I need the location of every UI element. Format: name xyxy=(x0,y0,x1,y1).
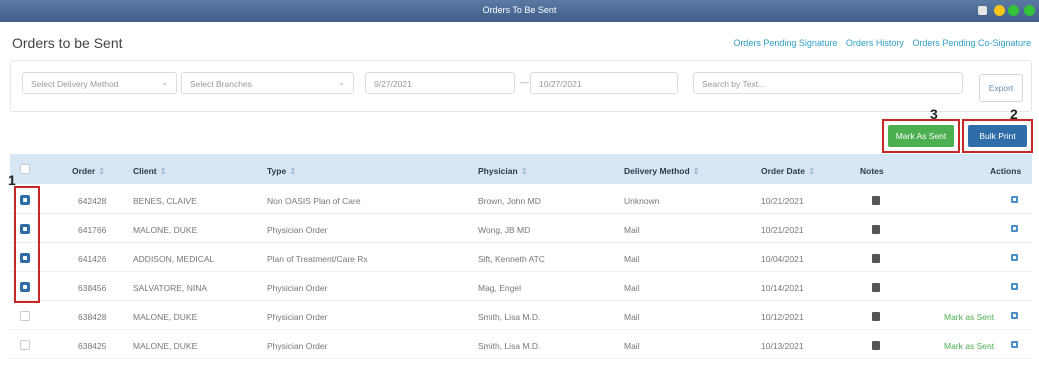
callout-number-3: 3 xyxy=(930,106,938,122)
order-date: 10/04/2021 xyxy=(761,254,804,264)
column-header-client[interactable]: Client ⇕ xyxy=(133,166,167,177)
link-orders-pending-signature[interactable]: Orders Pending Signature xyxy=(733,38,837,48)
column-header-order[interactable]: Order ⇕ xyxy=(72,166,105,177)
order-date: 10/13/2021 xyxy=(761,341,804,351)
print-icon[interactable] xyxy=(1011,312,1018,319)
order-type: Physician Order xyxy=(267,283,328,293)
delivery-method: Mail xyxy=(624,283,640,293)
physician-name: Sift, Kenneth ATC xyxy=(478,254,545,264)
select-all-checkbox[interactable] xyxy=(20,164,30,174)
date-from-value: 9/27/2021 xyxy=(374,79,412,89)
order-number: 638425 xyxy=(78,341,107,351)
column-header-notes: Notes xyxy=(860,166,884,176)
print-icon[interactable] xyxy=(1011,225,1018,232)
print-icon[interactable] xyxy=(1011,254,1018,261)
column-header-order-date[interactable]: Order Date ⇕ xyxy=(761,166,815,177)
order-type: Physician Order xyxy=(267,312,328,322)
order-date: 10/21/2021 xyxy=(761,225,804,235)
physician-name: Mag, Engel xyxy=(478,283,521,293)
callout-number-2: 2 xyxy=(1010,106,1018,122)
delivery-method-value: Select Delivery Method xyxy=(31,79,119,89)
order-date: 10/14/2021 xyxy=(761,283,804,293)
delivery-method-select[interactable]: Select Delivery Method ⌄ xyxy=(22,72,177,94)
callout-number-1: 1 xyxy=(8,172,16,188)
branches-select[interactable]: Select Branches ⌄ xyxy=(181,72,354,94)
print-icon[interactable] xyxy=(1011,341,1018,348)
page-title: Orders to be Sent xyxy=(12,35,123,51)
print-icon[interactable] xyxy=(1011,283,1018,290)
back-icon[interactable] xyxy=(978,6,987,15)
delivery-method: Mail xyxy=(624,312,640,322)
date-range-separator: — xyxy=(520,77,529,87)
mark-as-sent-link[interactable]: Mark as Sent xyxy=(944,341,994,351)
date-to-field[interactable]: 10/27/2021 xyxy=(530,72,678,94)
column-header-type[interactable]: Type ⇕ xyxy=(267,166,296,177)
date-from-field[interactable]: 9/27/2021 xyxy=(365,72,515,94)
order-number: 642428 xyxy=(78,196,107,206)
order-type: Non OASIS Plan of Care xyxy=(267,196,361,206)
order-number: 641426 xyxy=(78,254,107,264)
chevron-down-icon: ⌄ xyxy=(338,78,345,87)
delivery-method: Mail xyxy=(624,225,640,235)
column-header-delivery-method[interactable]: Delivery Method ⇕ xyxy=(624,166,700,177)
order-number: 638428 xyxy=(78,312,107,322)
physician-name: Wong, JB MD xyxy=(478,225,531,235)
order-number: 641766 xyxy=(78,225,107,235)
window-title: Orders To Be Sent xyxy=(482,5,557,15)
top-links: Orders Pending Signature Orders History … xyxy=(727,38,1031,48)
search-input[interactable]: Search by Text... xyxy=(693,72,963,94)
physician-name: Smith, Lisa M.D. xyxy=(478,341,541,351)
notes-icon[interactable] xyxy=(872,312,880,321)
link-orders-pending-co-signature[interactable]: Orders Pending Co-Signature xyxy=(912,38,1031,48)
notes-icon[interactable] xyxy=(872,254,880,263)
date-to-value: 10/27/2021 xyxy=(539,79,582,89)
order-type: Physician Order xyxy=(267,225,328,235)
window-titlebar: Orders To Be Sent xyxy=(0,0,1039,22)
order-date: 10/12/2021 xyxy=(761,312,804,322)
delivery-method: Unknown xyxy=(624,196,660,206)
notes-icon[interactable] xyxy=(872,225,880,234)
callout-box-checkboxes xyxy=(14,186,40,303)
client-name: BENES, CLAIVE xyxy=(133,196,197,206)
notes-icon[interactable] xyxy=(872,341,880,350)
order-date: 10/21/2021 xyxy=(761,196,804,206)
callout-box-bulk-print xyxy=(962,119,1033,153)
mark-as-sent-link[interactable]: Mark as Sent xyxy=(944,312,994,322)
client-name: MALONE, DUKE xyxy=(133,225,198,235)
row-checkbox[interactable] xyxy=(20,311,30,321)
delivery-method: Mail xyxy=(624,341,640,351)
column-header-physician[interactable]: Physician ⇕ xyxy=(478,166,528,177)
order-type: Physician Order xyxy=(267,341,328,351)
chevron-down-icon: ⌄ xyxy=(161,78,168,87)
column-header-actions: Actions xyxy=(990,166,1022,176)
maximize-button[interactable] xyxy=(1008,5,1019,16)
export-button[interactable]: Export xyxy=(979,74,1023,102)
notes-icon[interactable] xyxy=(872,283,880,292)
delivery-method: Mail xyxy=(624,254,640,264)
minimize-button[interactable] xyxy=(994,5,1005,16)
order-number: 638456 xyxy=(78,283,107,293)
branches-value: Select Branches xyxy=(190,79,252,89)
client-name: ADDISON, MEDICAL xyxy=(133,254,215,264)
callout-box-mark-sent xyxy=(882,119,960,153)
search-placeholder: Search by Text... xyxy=(702,79,766,89)
close-button[interactable] xyxy=(1024,5,1035,16)
link-orders-history[interactable]: Orders History xyxy=(846,38,904,48)
client-name: MALONE, DUKE xyxy=(133,312,198,322)
row-checkbox[interactable] xyxy=(20,340,30,350)
notes-icon[interactable] xyxy=(872,196,880,205)
client-name: SALVATORE, NINA xyxy=(133,283,208,293)
physician-name: Brown, John MD xyxy=(478,196,541,206)
client-name: MALONE, DUKE xyxy=(133,341,198,351)
order-type: Plan of Treatment/Care Rx xyxy=(267,254,368,264)
print-icon[interactable] xyxy=(1011,196,1018,203)
physician-name: Smith, Lisa M.D. xyxy=(478,312,541,322)
